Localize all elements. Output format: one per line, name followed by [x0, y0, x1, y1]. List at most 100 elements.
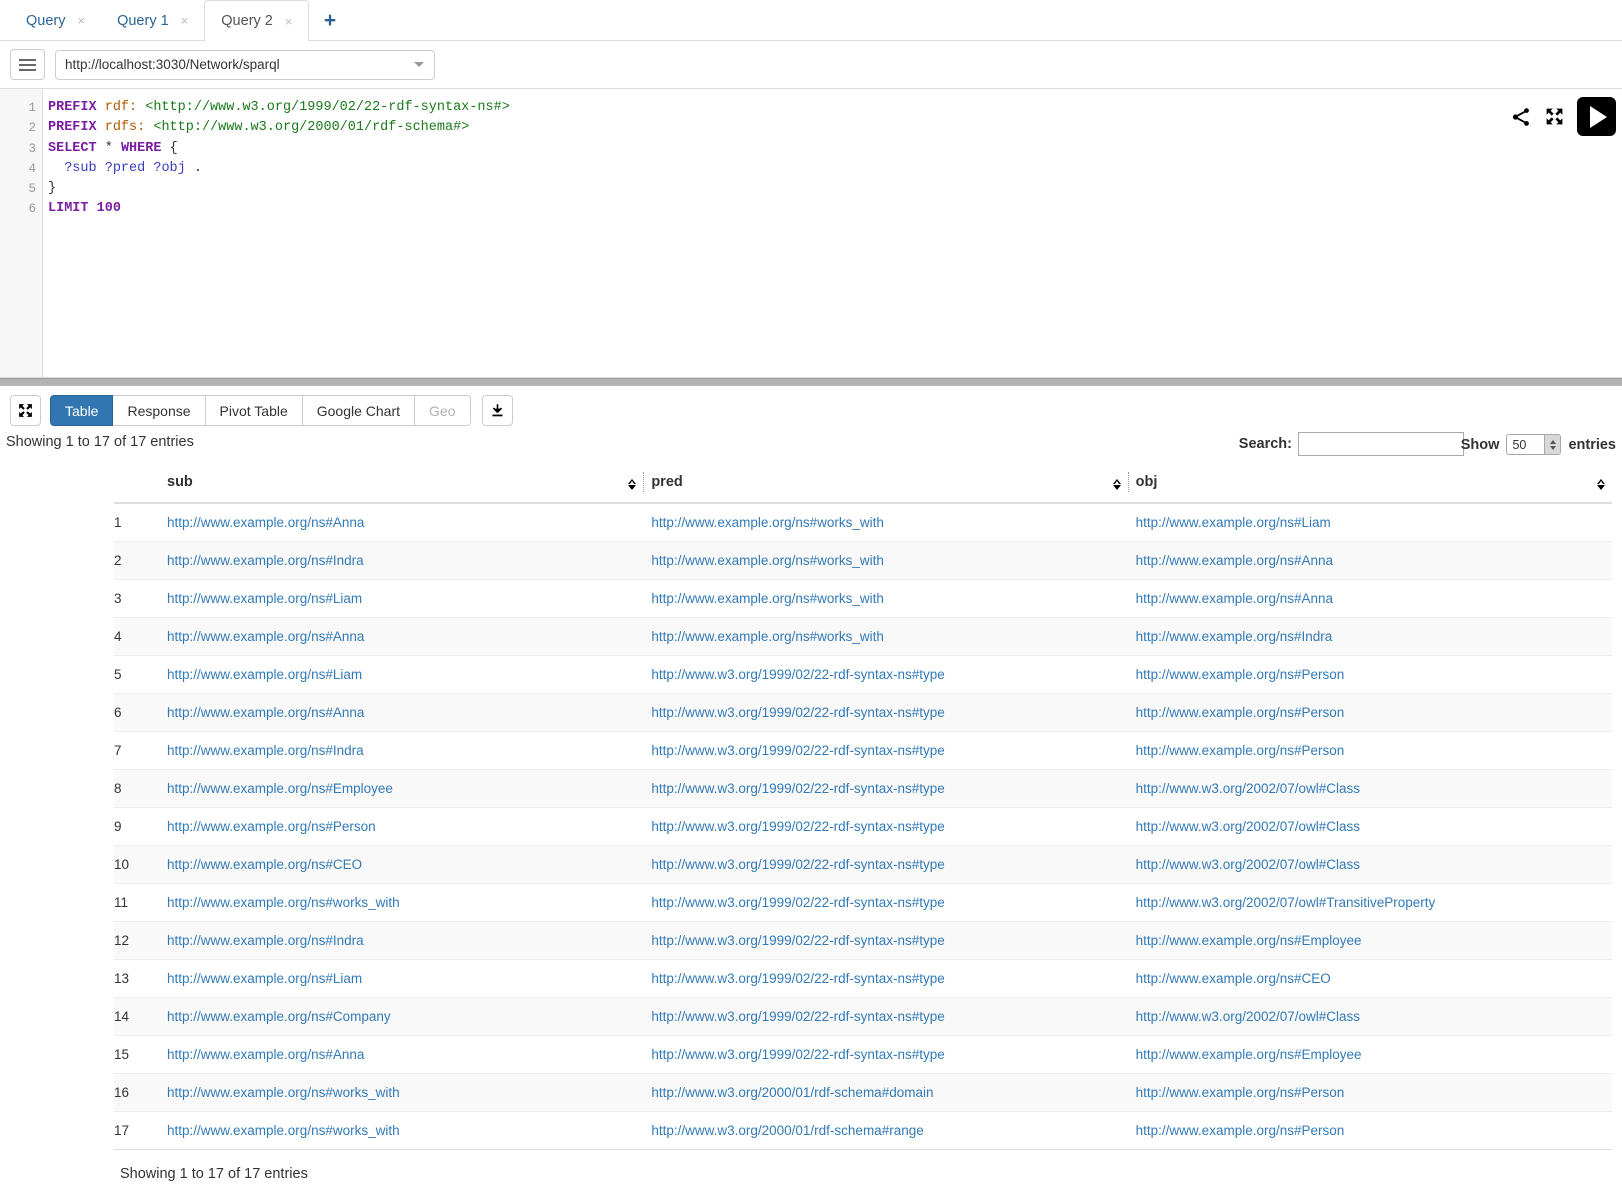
uri-link-pred[interactable]: http://www.example.org/ns#works_with: [651, 515, 884, 530]
uri-link-obj[interactable]: http://www.example.org/ns#Person: [1136, 743, 1345, 758]
result-tab-table[interactable]: Table: [50, 395, 114, 426]
uri-link-pred[interactable]: http://www.w3.org/1999/02/22-rdf-syntax-…: [651, 781, 944, 796]
uri-link-obj[interactable]: http://www.w3.org/2002/07/owl#Class: [1136, 857, 1360, 872]
uri-link-pred[interactable]: http://www.w3.org/1999/02/22-rdf-syntax-…: [651, 743, 944, 758]
cell-obj: http://www.w3.org/2002/07/owl#Class: [1127, 997, 1612, 1036]
uri-link-sub[interactable]: http://www.example.org/ns#works_with: [167, 895, 400, 910]
uri-link-pred[interactable]: http://www.w3.org/2000/01/rdf-schema#dom…: [651, 1085, 933, 1100]
add-tab-button[interactable]: +: [314, 0, 346, 41]
sort-icon-pred[interactable]: [1112, 479, 1121, 490]
query-editor[interactable]: 1 2 3 4 5 6 PREFIX rdf: <http://www.w3.org/19…: [0, 88, 1622, 378]
editor-code-area[interactable]: PREFIX rdf: <http://www.w3.org/1999/02/2…: [43, 89, 1622, 377]
uri-link-sub[interactable]: http://www.example.org/ns#works_with: [167, 1085, 400, 1100]
expand-results-icon[interactable]: [10, 395, 41, 426]
uri-link-sub[interactable]: http://www.example.org/ns#Indra: [167, 553, 364, 568]
uri-link-sub[interactable]: http://www.example.org/ns#Employee: [167, 781, 393, 796]
query-tab-1[interactable]: Query 1 ×: [101, 0, 204, 41]
uri-link-pred[interactable]: http://www.w3.org/1999/02/22-rdf-syntax-…: [651, 667, 944, 682]
cell-sub: http://www.example.org/ns#Anna: [159, 617, 644, 656]
uri-link-obj[interactable]: http://www.example.org/ns#Indra: [1136, 629, 1333, 644]
uri-link-pred[interactable]: http://www.w3.org/1999/02/22-rdf-syntax-…: [651, 933, 944, 948]
uri-link-obj[interactable]: http://www.w3.org/2002/07/owl#Class: [1136, 819, 1360, 834]
column-divider: [1127, 472, 1129, 492]
uri-link-pred[interactable]: http://www.w3.org/1999/02/22-rdf-syntax-…: [651, 819, 944, 834]
column-header-pred[interactable]: pred: [643, 470, 1128, 504]
code-token: *: [104, 140, 113, 156]
uri-link-obj[interactable]: http://www.w3.org/2002/07/owl#Class: [1136, 1009, 1360, 1024]
uri-link-pred[interactable]: http://www.w3.org/2000/01/rdf-schema#ran…: [651, 1123, 923, 1138]
close-icon[interactable]: ×: [78, 14, 86, 27]
uri-link-sub[interactable]: http://www.example.org/ns#Company: [167, 1009, 391, 1024]
uri-link-sub[interactable]: http://www.example.org/ns#Anna: [167, 629, 364, 644]
download-icon[interactable]: [481, 395, 513, 426]
uri-link-pred[interactable]: http://www.example.org/ns#works_with: [651, 629, 884, 644]
uri-link-sub[interactable]: http://www.example.org/ns#Indra: [167, 743, 364, 758]
uri-link-sub[interactable]: http://www.example.org/ns#works_with: [167, 1123, 400, 1138]
menu-hamburger-icon[interactable]: [10, 49, 45, 80]
cell-sub: http://www.example.org/ns#Indra: [159, 541, 644, 580]
uri-link-pred[interactable]: http://www.w3.org/1999/02/22-rdf-syntax-…: [651, 857, 944, 872]
show-label: Show: [1460, 436, 1500, 453]
result-tab-response[interactable]: Response: [113, 395, 206, 426]
uri-link-obj[interactable]: http://www.example.org/ns#Anna: [1136, 553, 1333, 568]
uri-link-pred[interactable]: http://www.w3.org/1999/02/22-rdf-syntax-…: [651, 1047, 944, 1062]
uri-link-sub[interactable]: http://www.example.org/ns#Anna: [167, 705, 364, 720]
row-index: 9: [114, 807, 159, 846]
uri-link-obj[interactable]: http://www.example.org/ns#Liam: [1136, 515, 1331, 530]
uri-link-obj[interactable]: http://www.w3.org/2002/07/owl#Class: [1136, 781, 1360, 796]
query-tab-label: Query: [26, 12, 66, 29]
close-icon[interactable]: ×: [285, 15, 293, 28]
result-tab-pivot-table[interactable]: Pivot Table: [205, 395, 303, 426]
share-icon[interactable]: [1510, 106, 1532, 128]
uri-link-obj[interactable]: http://www.example.org/ns#Anna: [1136, 591, 1333, 606]
query-tab-2[interactable]: Query 2 ×: [204, 0, 310, 42]
cell-pred: http://www.example.org/ns#works_with: [643, 579, 1128, 618]
close-icon[interactable]: ×: [181, 14, 189, 27]
uri-link-obj[interactable]: http://www.example.org/ns#Person: [1136, 1085, 1345, 1100]
uri-link-pred[interactable]: http://www.w3.org/1999/02/22-rdf-syntax-…: [651, 971, 944, 986]
uri-link-sub[interactable]: http://www.example.org/ns#Person: [167, 819, 376, 834]
table-header-row: sub pred obj: [114, 470, 1612, 504]
uri-link-obj[interactable]: http://www.w3.org/2002/07/owl#Transitive…: [1136, 895, 1436, 910]
cell-pred: http://www.w3.org/1999/02/22-rdf-syntax-…: [643, 655, 1128, 694]
code-token: SELECT: [48, 140, 97, 156]
uri-link-pred[interactable]: http://www.w3.org/1999/02/22-rdf-syntax-…: [651, 1009, 944, 1024]
uri-link-obj[interactable]: http://www.example.org/ns#CEO: [1136, 971, 1331, 986]
search-input[interactable]: [1298, 432, 1464, 456]
table-row: 9 http://www.example.org/ns#Person http://…: [114, 807, 1612, 846]
endpoint-input[interactable]: [56, 50, 434, 79]
query-tab-0[interactable]: Query ×: [10, 0, 101, 41]
uri-link-obj[interactable]: http://www.example.org/ns#Employee: [1136, 933, 1362, 948]
uri-link-sub[interactable]: http://www.example.org/ns#Anna: [167, 1047, 364, 1062]
uri-link-sub[interactable]: http://www.example.org/ns#Liam: [167, 971, 362, 986]
run-query-button[interactable]: [1577, 97, 1616, 136]
uri-link-sub[interactable]: http://www.example.org/ns#Anna: [167, 515, 364, 530]
search-control: Search:: [1239, 432, 1464, 456]
sort-icon-obj[interactable]: [1597, 479, 1605, 490]
results-resize-handle[interactable]: [0, 378, 1622, 386]
uri-link-sub[interactable]: http://www.example.org/ns#Indra: [167, 933, 364, 948]
uri-link-pred[interactable]: http://www.w3.org/1999/02/22-rdf-syntax-…: [651, 705, 944, 720]
uri-link-sub[interactable]: http://www.example.org/ns#CEO: [167, 857, 362, 872]
stepper-icon[interactable]: [1544, 435, 1561, 454]
column-header-obj[interactable]: obj: [1127, 470, 1612, 504]
uri-link-sub[interactable]: http://www.example.org/ns#Liam: [167, 667, 362, 682]
uri-link-obj[interactable]: http://www.example.org/ns#Employee: [1136, 1047, 1362, 1062]
code-token: <http://www.w3.org/2000/01/rdf-schema#>: [153, 120, 470, 136]
uri-link-pred[interactable]: http://www.example.org/ns#works_with: [651, 553, 884, 568]
code-line: PREFIX rdf: <http://www.w3.org/1999/02/2…: [48, 98, 1622, 118]
uri-link-obj[interactable]: http://www.example.org/ns#Person: [1136, 705, 1345, 720]
uri-link-sub[interactable]: http://www.example.org/ns#Liam: [167, 591, 362, 606]
column-header-sub[interactable]: sub: [159, 470, 644, 504]
uri-link-obj[interactable]: http://www.example.org/ns#Person: [1136, 667, 1345, 682]
endpoint-dropdown-caret-icon[interactable]: [414, 62, 424, 67]
uri-link-pred[interactable]: http://www.example.org/ns#works_with: [651, 591, 884, 606]
cell-obj: http://www.example.org/ns#Person: [1127, 655, 1612, 694]
result-tab-google-chart[interactable]: Google Chart: [302, 395, 416, 426]
show-entries-select[interactable]: 50: [1506, 434, 1562, 455]
fullscreen-icon[interactable]: [1544, 106, 1565, 127]
uri-link-obj[interactable]: http://www.example.org/ns#Person: [1136, 1123, 1345, 1138]
uri-link-pred[interactable]: http://www.w3.org/1999/02/22-rdf-syntax-…: [651, 895, 944, 910]
sort-icon-sub[interactable]: [628, 479, 637, 490]
